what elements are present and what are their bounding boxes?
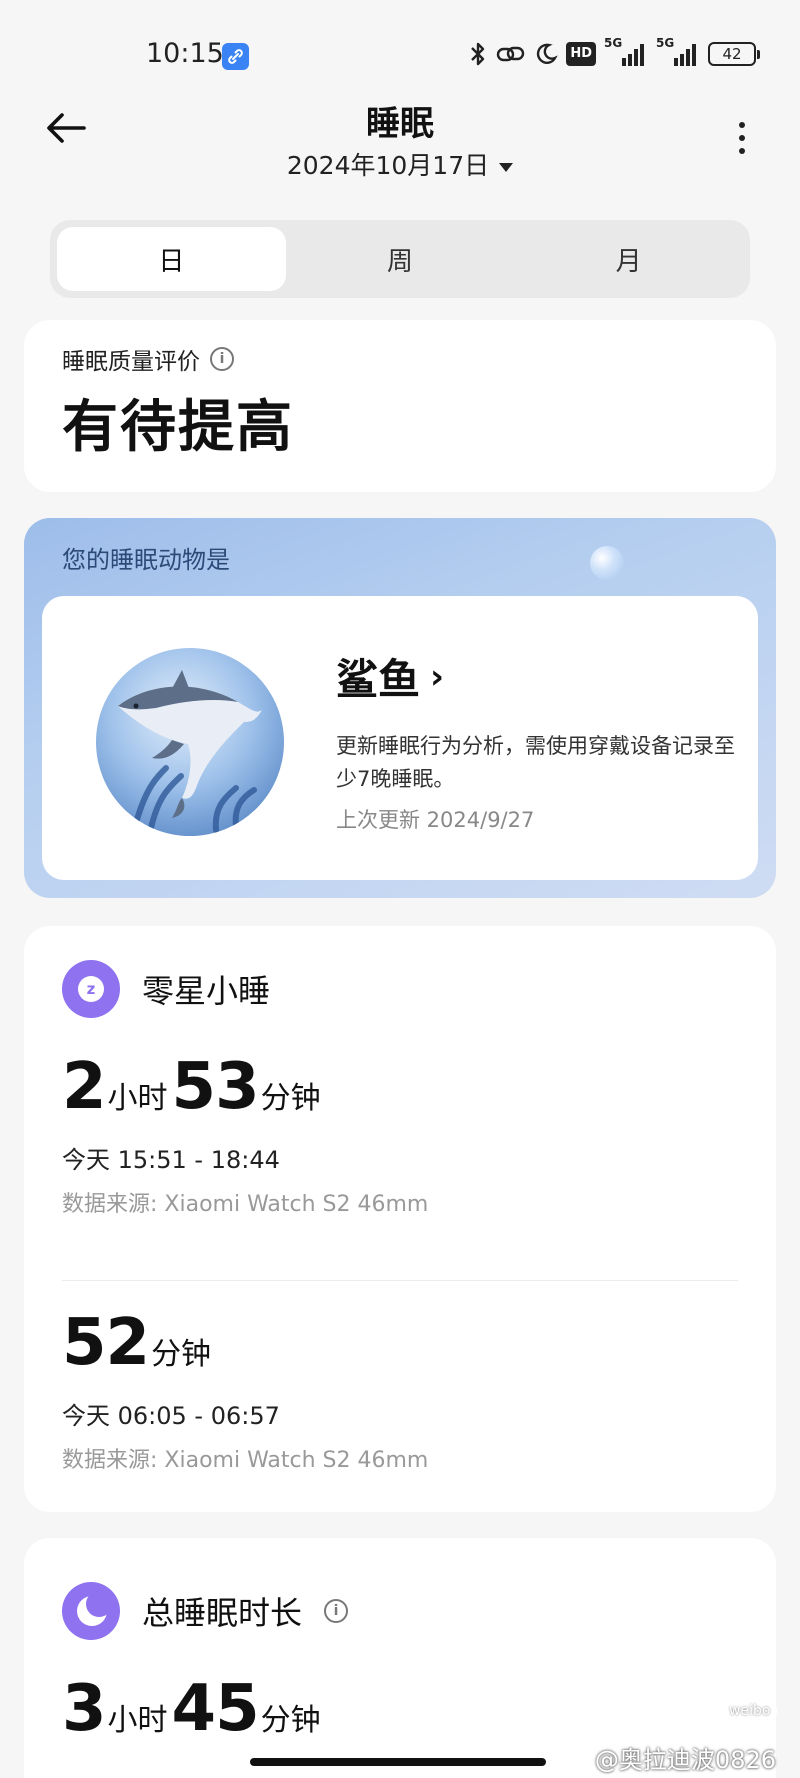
- status-icons: HD 5G 5G 42: [468, 36, 760, 70]
- info-icon[interactable]: i: [324, 1599, 349, 1623]
- quality-label-row: 睡眠质量评价 i: [62, 342, 234, 376]
- network-type-2: 5G: [656, 36, 675, 50]
- total-minutes-unit: 分钟: [260, 1703, 321, 1738]
- more-dot-icon: [739, 148, 745, 154]
- more-dot-icon: [739, 135, 745, 141]
- nap1-data-source: 数据来源: Xiaomi Watch S2 46mm: [62, 1192, 429, 1217]
- signal-icon-2: 5G: [656, 36, 700, 68]
- naps-title: 零星小睡: [142, 972, 271, 1010]
- sleep-animal-card: 您的睡眠动物是 鲨鱼 › 更新睡眠行为分析，需使用穿戴设备记录至少7晚睡眠。 上…: [24, 518, 776, 898]
- link-app-icon: [222, 43, 249, 70]
- home-indicator[interactable]: [250, 1758, 546, 1766]
- total-header: 总睡眠时长 i: [62, 1582, 349, 1640]
- divider: [62, 1280, 738, 1281]
- period-tabs: 日 周 月: [50, 220, 750, 298]
- total-title: 总睡眠时长: [142, 1594, 303, 1632]
- bluetooth-icon: [468, 41, 488, 67]
- nap2-data-source: 数据来源: Xiaomi Watch S2 46mm: [62, 1448, 429, 1473]
- status-bar: 10:15 HD 5G 5G 42: [0, 0, 800, 100]
- sleep-quality-card: 睡眠质量评价 i 有待提高: [24, 320, 776, 492]
- nap-duration-2: 52分钟: [62, 1306, 215, 1380]
- naps-card[interactable]: z 零星小睡 2小时53分钟 今天 15:51 - 18:44 数据来源: Xi…: [24, 926, 776, 1512]
- hd-voice-badge: HD: [566, 42, 596, 66]
- total-hours-unit: 小时: [107, 1703, 168, 1738]
- animal-name-link[interactable]: 鲨鱼 ›: [336, 646, 444, 707]
- animal-name: 鲨鱼: [336, 655, 421, 704]
- quality-value: 有待提高: [62, 395, 294, 460]
- page-title: 睡眠: [366, 104, 434, 144]
- sleep-animal-panel[interactable]: 鲨鱼 › 更新睡眠行为分析，需使用穿戴设备记录至少7晚睡眠。 上次更新 2024…: [42, 596, 758, 880]
- tab-week[interactable]: 周: [286, 227, 515, 291]
- tab-day[interactable]: 日: [57, 227, 286, 291]
- animal-last-update: 上次更新 2024/9/27: [336, 808, 535, 832]
- nap1-minutes-unit: 分钟: [260, 1081, 321, 1116]
- tab-month[interactable]: 月: [514, 227, 743, 291]
- sleep-page: 10:15 HD 5G 5G 42 睡眠 2024年10月17日 日 周 月 睡…: [0, 0, 800, 1778]
- animal-description: 更新睡眠行为分析，需使用穿戴设备记录至少7晚睡眠。: [336, 734, 735, 791]
- date-label: 2024年10月17日: [286, 151, 490, 180]
- weibo-logo: weibo: [722, 1700, 778, 1722]
- nap1-hours: 2: [62, 1050, 107, 1124]
- quality-label: 睡眠质量评价: [62, 349, 200, 375]
- nap2-time-range: 今天 06:05 - 06:57: [62, 1402, 280, 1430]
- nap-duration-1: 2小时53分钟: [62, 1050, 325, 1124]
- shark-illustration: [96, 648, 284, 836]
- nap2-minutes: 52: [62, 1306, 150, 1380]
- nap-z-icon: z: [62, 960, 120, 1018]
- network-type-1: 5G: [604, 36, 623, 50]
- moon-icon: [534, 42, 559, 66]
- nap1-hours-unit: 小时: [107, 1081, 168, 1116]
- chevron-right-icon: ›: [430, 656, 445, 697]
- total-duration: 3小时45分钟: [62, 1672, 325, 1746]
- caret-down-icon: [499, 162, 514, 172]
- nap1-minutes: 53: [171, 1050, 260, 1124]
- battery-icon: 42: [708, 42, 760, 66]
- nap1-time-range: 今天 15:51 - 18:44: [62, 1146, 280, 1174]
- z-letter: z: [78, 976, 104, 1002]
- more-dot-icon: [739, 122, 745, 128]
- sleep-animal-heading: 您的睡眠动物是: [62, 546, 230, 574]
- sleep-moon-icon: [62, 1582, 120, 1640]
- date-selector[interactable]: 2024年10月17日: [0, 146, 800, 182]
- watermark-text: @奥拉迪波0826: [594, 1746, 776, 1774]
- status-time: 10:15: [146, 38, 224, 69]
- nap2-minutes-unit: 分钟: [151, 1337, 212, 1372]
- total-hours: 3: [62, 1672, 107, 1746]
- info-icon[interactable]: i: [210, 347, 234, 371]
- signal-icon-1: 5G: [604, 36, 648, 68]
- total-minutes: 45: [171, 1672, 260, 1746]
- bubble-decoration: [590, 546, 624, 580]
- naps-header: z 零星小睡: [62, 960, 270, 1018]
- more-options-button[interactable]: [728, 118, 756, 158]
- link-icon: [496, 43, 526, 65]
